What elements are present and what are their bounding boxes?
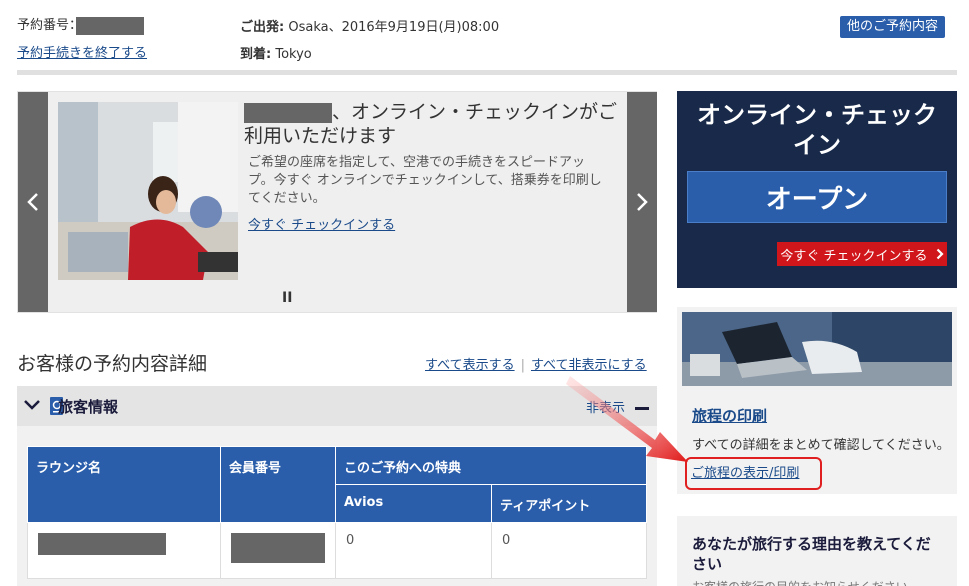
section-title: お客様の予約内容詳細 (17, 353, 208, 375)
travel-reason-subtitle: お客様の旅行の目的をお知らせください (692, 578, 942, 586)
open-button[interactable]: オープン (687, 171, 947, 223)
checkin-now-button[interactable]: 今すぐ チェックインする (777, 242, 947, 266)
annotation-highlight (685, 457, 822, 490)
arrival-label: 到着: (240, 47, 272, 62)
promo-carousel: 、オンライン・チェックインがご利用いただけます ご希望の座席を指定して、空港での… (17, 91, 657, 313)
checkin-now-label: 今すぐ チェックインする (780, 248, 928, 264)
col-tier-header: ティアポイント (491, 484, 647, 523)
header-divider (17, 70, 957, 75)
minus-icon (635, 407, 650, 410)
chevron-right-icon (637, 193, 648, 211)
itinerary-title[interactable]: 旅程の印刷 (692, 405, 767, 426)
checkin-title: オンライン・チェックイン (697, 101, 937, 159)
chevron-right-icon (936, 248, 944, 260)
redacted-block (244, 102, 332, 123)
hide-label: 非表示 (586, 401, 626, 416)
redacted-block (231, 533, 325, 563)
section-links: すべて表示する | すべて非表示にする (425, 354, 647, 373)
carousel-next-button[interactable] (627, 92, 657, 312)
tier-cell: 0 (491, 522, 647, 579)
carousel-checkin-link[interactable]: 今すぐ チェックインする (248, 214, 395, 233)
end-booking-link[interactable]: 予約手続きを終了する (17, 42, 147, 61)
travel-reason-title: あなたが旅行する理由を教えてください (692, 535, 931, 573)
redacted-block (38, 533, 166, 555)
divider: | (520, 358, 525, 373)
booking-ref-label: 予約番号： (17, 18, 83, 33)
booking-ref: 予約番号： (17, 14, 145, 35)
lounge-cell (27, 522, 221, 579)
other-bookings-button[interactable]: 他のご予約内容 (840, 16, 946, 38)
chevron-down-icon[interactable] (24, 399, 40, 411)
table-row: 0 0 (27, 522, 647, 579)
passenger-section-title: 旅客情報 (58, 398, 119, 416)
arrival-info: 到着: Tokyo (240, 43, 312, 62)
passenger-table: ラウンジ名 会員番号 このご予約への特典 Avios ティアポイント 0 0 (27, 446, 647, 579)
carousel-title: 、オンライン・チェックインがご利用いただけます (244, 100, 624, 148)
col-benefit-header: このご予約への特典 (335, 446, 647, 485)
show-all-link[interactable]: すべて表示する (425, 358, 515, 373)
departure-value: Osaka、2016年9月19日(月)08:00 (288, 20, 500, 35)
office-laptop-photo (682, 312, 952, 386)
hide-passenger-link[interactable]: 非表示 (586, 397, 650, 416)
member-cell (220, 522, 336, 579)
col-member-header: 会員番号 (220, 446, 336, 523)
itinerary-description: すべての詳細をまとめて確認してください。 (692, 438, 950, 453)
woman-laptop-photo (58, 102, 238, 280)
chevron-left-icon (27, 193, 38, 211)
arrival-value: Tokyo (275, 47, 312, 62)
carousel-prev-button[interactable] (18, 92, 48, 312)
redacted-block (76, 16, 145, 35)
col-avios-header: Avios (335, 484, 492, 523)
col-lounge-header: ラウンジ名 (27, 446, 221, 523)
departure-info: ご出発: Osaka、2016年9月19日(月)08:00 (240, 16, 499, 35)
carousel-description: ご希望の座席を指定して、空港での手続きをスピードアップ。今すぐ オンラインでチェ… (248, 155, 602, 206)
hide-all-link[interactable]: すべて非表示にする (531, 358, 647, 373)
avios-cell: 0 (335, 522, 492, 579)
pause-button[interactable]: II (282, 290, 292, 306)
departure-label: ご出発: (240, 20, 285, 35)
